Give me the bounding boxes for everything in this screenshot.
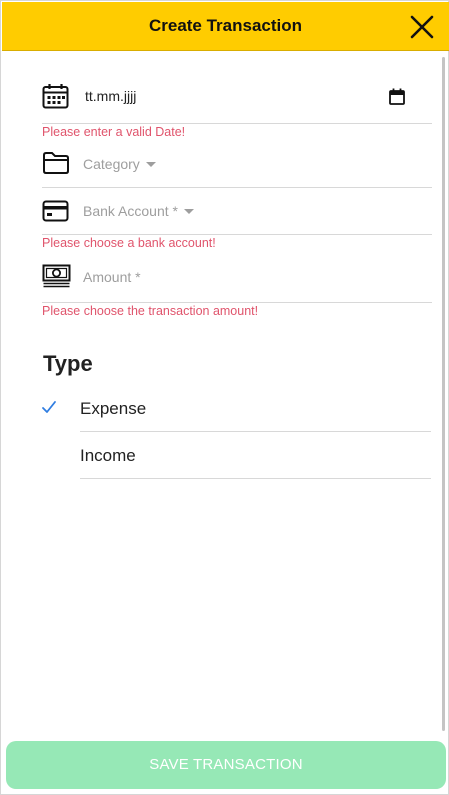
cash-icon [42, 264, 71, 288]
category-select[interactable]: Category [42, 141, 432, 188]
chevron-down-icon [145, 161, 156, 167]
checkmark-icon [42, 401, 56, 413]
type-option-label: Income [80, 446, 136, 465]
folder-icon [43, 152, 69, 174]
credit-card-icon [42, 200, 69, 222]
close-icon [410, 15, 434, 39]
page-title: Create Transaction [148, 16, 303, 35]
scrollbar[interactable] [442, 57, 445, 731]
type-heading: Type [43, 351, 93, 376]
calendar-picker-icon[interactable] [389, 88, 405, 105]
header-bar: Create Transaction [2, 2, 449, 51]
date-input-value[interactable]: tt.mm.jjjj [85, 88, 136, 104]
amount-field[interactable]: Amount * [42, 253, 432, 303]
type-option-expense[interactable]: Expense [80, 385, 431, 432]
type-option-income[interactable]: Income [80, 432, 431, 479]
bank-account-placeholder: Bank Account * [83, 203, 194, 219]
bank-account-select[interactable]: Bank Account * [42, 188, 432, 235]
amount-error: Please choose the transaction amount! [42, 304, 259, 318]
save-transaction-button[interactable]: SAVE TRANSACTION [6, 741, 446, 789]
date-field[interactable]: tt.mm.jjjj [42, 79, 432, 124]
amount-placeholder[interactable]: Amount * [83, 269, 141, 285]
date-error: Please enter a valid Date! [42, 125, 186, 139]
type-option-label: Expense [80, 399, 147, 418]
calendar-icon [42, 84, 69, 109]
close-button[interactable] [408, 13, 436, 41]
chevron-down-icon [183, 208, 194, 214]
category-placeholder: Category [83, 156, 156, 172]
app-frame: Create Transaction tt.mm.jjjj Please ent… [0, 0, 449, 795]
bank-account-error: Please choose a bank account! [42, 236, 216, 250]
